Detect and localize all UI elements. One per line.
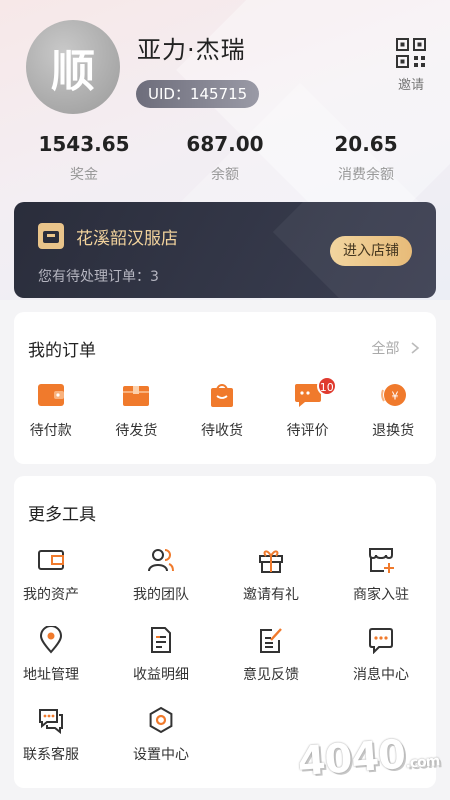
invite-label: 邀请 xyxy=(397,78,424,93)
tool-customer-service[interactable]: 联系客服 xyxy=(0,706,106,786)
store-name: 花溪韶汉服店 xyxy=(76,229,178,249)
order-pending-receipt[interactable]: 待收货 xyxy=(179,382,265,440)
tool-label: 联系客服 xyxy=(23,747,79,763)
team-icon xyxy=(148,549,174,572)
tool-label: 意见反馈 xyxy=(243,667,299,683)
store-card: 花溪韶汉服店 您有待处理订单：3 进入店铺 xyxy=(14,202,436,298)
stat-label: 奖金 xyxy=(70,167,98,183)
site-watermark: 4040.com xyxy=(296,729,448,795)
refund-icon: ¥ xyxy=(381,384,407,406)
orders-card: 我的订单 全部 待付款 待发货 待收货 10 待评价 ¥ 退换货 xyxy=(14,312,436,464)
tool-label: 设置中心 xyxy=(133,747,189,763)
customer-service-icon xyxy=(39,709,63,734)
all-orders-label: 全部 xyxy=(371,341,400,357)
invite-button[interactable]: 邀请 xyxy=(390,38,432,93)
avatar[interactable]: 顺 xyxy=(26,20,120,114)
tool-message-center[interactable]: 消息中心 xyxy=(326,626,436,706)
tool-label: 商家入驻 xyxy=(353,587,409,603)
watermark-text: 4040 xyxy=(296,731,407,786)
enter-store-button[interactable]: 进入店铺 xyxy=(330,236,412,266)
tools-title: 更多工具 xyxy=(28,505,96,525)
order-label: 待评价 xyxy=(286,423,329,439)
settings-icon xyxy=(149,706,173,734)
stat-bonus[interactable]: 1543.65 奖金 xyxy=(24,132,144,192)
orders-title: 我的订单 xyxy=(28,341,96,361)
order-label: 待发货 xyxy=(115,423,158,439)
tool-settings-center[interactable]: 设置中心 xyxy=(106,706,216,786)
balance-stats: 1543.65 奖金 687.00 余额 20.65 消费余额 xyxy=(0,132,450,192)
store-join-icon xyxy=(369,548,394,573)
chevron-right-icon xyxy=(411,342,420,354)
order-returns[interactable]: ¥ 退换货 xyxy=(350,382,436,440)
svg-text:¥: ¥ xyxy=(392,390,399,403)
order-pending-review[interactable]: 10 待评价 xyxy=(265,376,351,440)
stat-value: 687.00 xyxy=(186,132,264,156)
tool-invite-gift[interactable]: 邀请有礼 xyxy=(216,546,326,626)
store-icon xyxy=(38,223,64,249)
review-count-badge: 10 xyxy=(316,376,337,396)
qr-code-icon xyxy=(396,38,426,68)
tool-label: 消息中心 xyxy=(353,667,409,683)
watermark-suffix: .com xyxy=(404,753,440,772)
tool-label: 我的团队 xyxy=(133,587,189,603)
order-pending-payment[interactable]: 待付款 xyxy=(8,382,94,440)
stat-value: 20.65 xyxy=(334,132,398,156)
order-label: 退换货 xyxy=(372,423,415,439)
stat-balance[interactable]: 687.00 余额 xyxy=(165,132,285,192)
tool-feedback[interactable]: 意见反馈 xyxy=(216,626,326,706)
tool-label: 地址管理 xyxy=(23,667,79,683)
uid-badge: UID：145715 xyxy=(136,80,260,108)
location-icon xyxy=(39,626,63,654)
gift-icon xyxy=(259,550,283,573)
tool-merchant-join[interactable]: 商家入驻 xyxy=(326,546,436,626)
tool-label: 收益明细 xyxy=(133,667,189,683)
order-label: 待收货 xyxy=(200,423,243,439)
tool-address-management[interactable]: 地址管理 xyxy=(0,626,106,706)
feedback-icon xyxy=(260,628,282,653)
stat-value: 1543.65 xyxy=(38,132,130,156)
pending-orders-text: 您有待处理订单：3 xyxy=(38,269,159,285)
tool-earnings-details[interactable]: 收益明细 xyxy=(106,626,216,706)
tool-label: 我的资产 xyxy=(23,587,79,603)
all-orders-link[interactable]: 全部 xyxy=(372,338,420,358)
message-icon xyxy=(369,628,393,654)
stat-consumption-balance[interactable]: 20.65 消费余额 xyxy=(306,132,426,192)
card-icon xyxy=(38,550,64,570)
shopping-bag-icon xyxy=(210,384,233,407)
tool-my-team[interactable]: 我的团队 xyxy=(106,546,216,626)
order-pending-shipment[interactable]: 待发货 xyxy=(94,382,180,440)
username: 亚力·杰瑞 xyxy=(137,36,246,64)
document-icon xyxy=(151,627,171,653)
package-icon xyxy=(123,386,150,406)
stat-label: 余额 xyxy=(211,167,239,183)
order-label: 待付款 xyxy=(29,423,72,439)
stat-label: 消费余额 xyxy=(338,167,394,183)
tool-my-assets[interactable]: 我的资产 xyxy=(0,546,106,626)
wallet-icon xyxy=(37,384,64,406)
tool-label: 邀请有礼 xyxy=(243,587,299,603)
